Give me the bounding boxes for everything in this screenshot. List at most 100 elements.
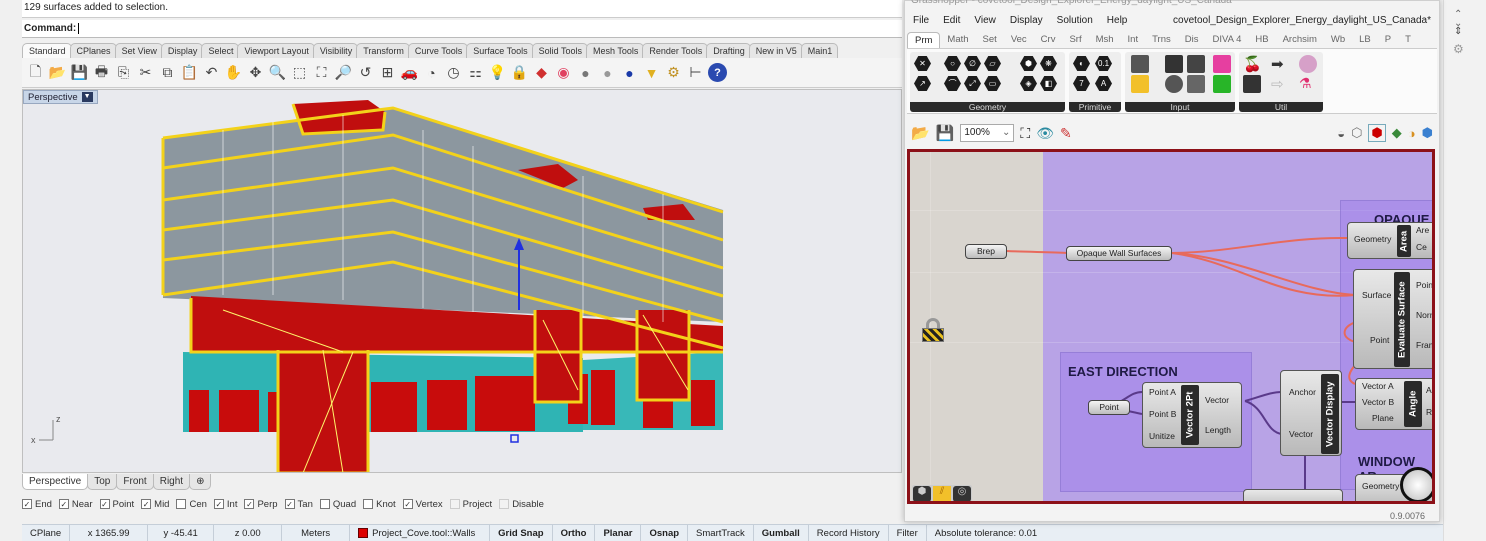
image-sampler-icon[interactable] bbox=[1213, 75, 1231, 93]
port-length[interactable]: Length bbox=[1205, 425, 1231, 435]
osnap-icon[interactable]: ◔ bbox=[422, 63, 441, 82]
checkbox[interactable] bbox=[449, 499, 460, 509]
port-frame[interactable]: Fram bbox=[1416, 340, 1432, 350]
menu-edit[interactable]: Edit bbox=[943, 15, 960, 26]
component-tab[interactable]: Vec bbox=[1004, 32, 1034, 48]
port-reflex[interactable]: Re bbox=[1426, 407, 1432, 417]
viewport-tab-perspective[interactable]: Perspective bbox=[22, 474, 89, 490]
component-tab[interactable]: DIVA 4 bbox=[1206, 32, 1249, 48]
open-icon[interactable]: 📂 bbox=[48, 63, 67, 82]
toolbar-tab[interactable]: Curve Tools bbox=[407, 43, 469, 58]
sketch-pen-icon[interactable]: ✎ bbox=[1060, 125, 1072, 142]
menu-file[interactable]: File bbox=[913, 15, 929, 26]
port-vector-a[interactable]: Vector A bbox=[1362, 381, 1394, 391]
menu-view[interactable]: View bbox=[974, 15, 996, 26]
checkbox[interactable]: ✓ bbox=[284, 499, 295, 509]
mesh-param-icon[interactable]: ❋ bbox=[1040, 56, 1057, 71]
filter-toggle[interactable]: Filter bbox=[889, 525, 927, 541]
number-param-icon[interactable]: 0.1 bbox=[1095, 56, 1112, 71]
menu-solution[interactable]: Solution bbox=[1057, 15, 1093, 26]
vector-2pt-component[interactable]: Point A Point B Unitize Vector 2Pt Vecto… bbox=[1142, 382, 1242, 448]
graph-icon[interactable] bbox=[1187, 55, 1205, 73]
print-icon[interactable]: 🖶 bbox=[92, 63, 111, 82]
dial-icon[interactable] bbox=[1165, 75, 1183, 93]
port-surface[interactable]: Surface bbox=[1362, 290, 1391, 300]
surface-param-icon[interactable]: ▱ bbox=[984, 56, 1001, 71]
component-tab[interactable]: Msh bbox=[1089, 32, 1121, 48]
osnap-perp[interactable]: ✓ Perp bbox=[244, 499, 278, 510]
zoom-extents-icon[interactable]: ⛶ bbox=[1020, 125, 1030, 142]
osnap-vertex[interactable]: ✓ Vertex bbox=[402, 499, 443, 510]
settings-gear-icon[interactable]: ⚙ bbox=[1453, 42, 1464, 56]
port-point[interactable]: Point bbox=[1370, 335, 1389, 345]
component-tab[interactable]: Dis bbox=[1178, 32, 1206, 48]
osnap-disable[interactable]: Disable bbox=[499, 499, 544, 510]
value-list-icon[interactable] bbox=[1187, 75, 1205, 93]
osnap-cen[interactable]: Cen bbox=[176, 499, 207, 510]
undo-icon[interactable]: ↶ bbox=[202, 63, 221, 82]
port-geometry[interactable]: Geometry bbox=[1354, 234, 1391, 244]
lock-solver-icon[interactable] bbox=[922, 318, 944, 344]
navigation-compass-icon[interactable] bbox=[1400, 467, 1432, 501]
preview-eye-icon[interactable]: 👁 bbox=[1036, 125, 1054, 142]
perspective-viewport[interactable]: Perspective ▼ z x bbox=[22, 89, 902, 473]
checkbox[interactable] bbox=[363, 499, 374, 509]
checkbox[interactable]: ✓ bbox=[99, 499, 110, 509]
port-plane[interactable]: Plane bbox=[1372, 413, 1394, 423]
toolbar-tab[interactable]: Solid Tools bbox=[531, 43, 588, 58]
toolbar-tab[interactable]: Display bbox=[160, 43, 204, 58]
zoom-window-icon[interactable]: ⬚ bbox=[290, 63, 309, 82]
cherry-picker-icon[interactable]: 🍒 bbox=[1243, 55, 1262, 73]
component-tab[interactable]: Math bbox=[940, 32, 975, 48]
toolbar-tab[interactable]: Render Tools bbox=[642, 43, 709, 58]
light-icon[interactable]: 💡 bbox=[488, 63, 507, 82]
color-wheel-icon[interactable]: ◉ bbox=[554, 63, 573, 82]
component-tab[interactable]: Int bbox=[1121, 32, 1146, 48]
status-cplane[interactable]: CPlane bbox=[22, 525, 71, 541]
toolbar-tab[interactable]: New in V5 bbox=[748, 43, 803, 58]
cut-icon[interactable]: ✂ bbox=[136, 63, 155, 82]
component-tab[interactable]: LB bbox=[1352, 32, 1378, 48]
fitness-icon[interactable] bbox=[1299, 55, 1317, 73]
toolbar-tab[interactable]: Visibility bbox=[312, 43, 359, 58]
add-viewport-tab-icon[interactable]: ⊕ bbox=[189, 474, 212, 490]
vector-param-icon[interactable]: ↗ bbox=[914, 76, 931, 91]
command-line[interactable]: Command: bbox=[22, 20, 902, 38]
toolbar-tab[interactable]: Viewport Layout bbox=[237, 43, 315, 58]
data-recorder-icon[interactable] bbox=[1131, 75, 1149, 93]
toolbar-tab[interactable]: Mesh Tools bbox=[585, 43, 645, 58]
help-icon[interactable]: ? bbox=[708, 63, 727, 82]
osnap-tan[interactable]: ✓ Tan bbox=[284, 499, 313, 510]
preview-none-icon[interactable]: ◒ bbox=[1337, 126, 1345, 141]
dimension-icon[interactable]: ⊢ bbox=[686, 63, 705, 82]
toolbar-tab[interactable]: Transform bbox=[356, 43, 410, 58]
planar-toggle[interactable]: Planar bbox=[595, 525, 642, 541]
zoom-select[interactable]: 100% ⌄ bbox=[960, 124, 1015, 142]
text-param-icon[interactable]: A bbox=[1095, 76, 1112, 91]
pan-icon[interactable]: ✋ bbox=[224, 63, 243, 82]
arc-param-icon[interactable]: ⌒ bbox=[944, 76, 961, 91]
checkbox[interactable]: ✓ bbox=[58, 499, 69, 509]
toolbar-tab[interactable]: CPlanes bbox=[69, 43, 117, 58]
four-viewports-icon[interactable]: ⊞ bbox=[378, 63, 397, 82]
component-tab[interactable]: Prm bbox=[907, 32, 941, 48]
rendered-sphere-icon[interactable]: ● bbox=[598, 63, 617, 82]
component-tab[interactable]: Trns bbox=[1145, 32, 1178, 48]
widget-recorder-icon[interactable]: ⫽ bbox=[933, 486, 951, 501]
blue-sphere-icon[interactable]: ● bbox=[620, 63, 639, 82]
car-icon[interactable]: 🚗 bbox=[400, 63, 419, 82]
toolbar-tab[interactable]: Set View bbox=[114, 43, 163, 58]
osnap-near[interactable]: ✓ Near bbox=[58, 499, 93, 510]
toolbar-tab[interactable]: Drafting bbox=[706, 43, 751, 58]
osnap-mid[interactable]: ✓ Mid bbox=[141, 499, 169, 510]
osnap-point[interactable]: ✓ Point bbox=[99, 499, 134, 510]
smarttrack-toggle[interactable]: SmartTrack bbox=[688, 525, 754, 541]
import-icon[interactable]: ⎘ bbox=[114, 63, 133, 82]
gradient-icon[interactable] bbox=[1213, 55, 1231, 73]
status-units[interactable]: Meters bbox=[282, 525, 351, 541]
bottom-component[interactable] bbox=[1243, 489, 1343, 501]
port-vector-in[interactable]: Vector bbox=[1289, 429, 1313, 439]
toolbar-tab[interactable]: Standard bbox=[22, 43, 72, 58]
component-tab[interactable]: Set bbox=[976, 32, 1004, 48]
component-tab[interactable]: P bbox=[1378, 32, 1398, 48]
